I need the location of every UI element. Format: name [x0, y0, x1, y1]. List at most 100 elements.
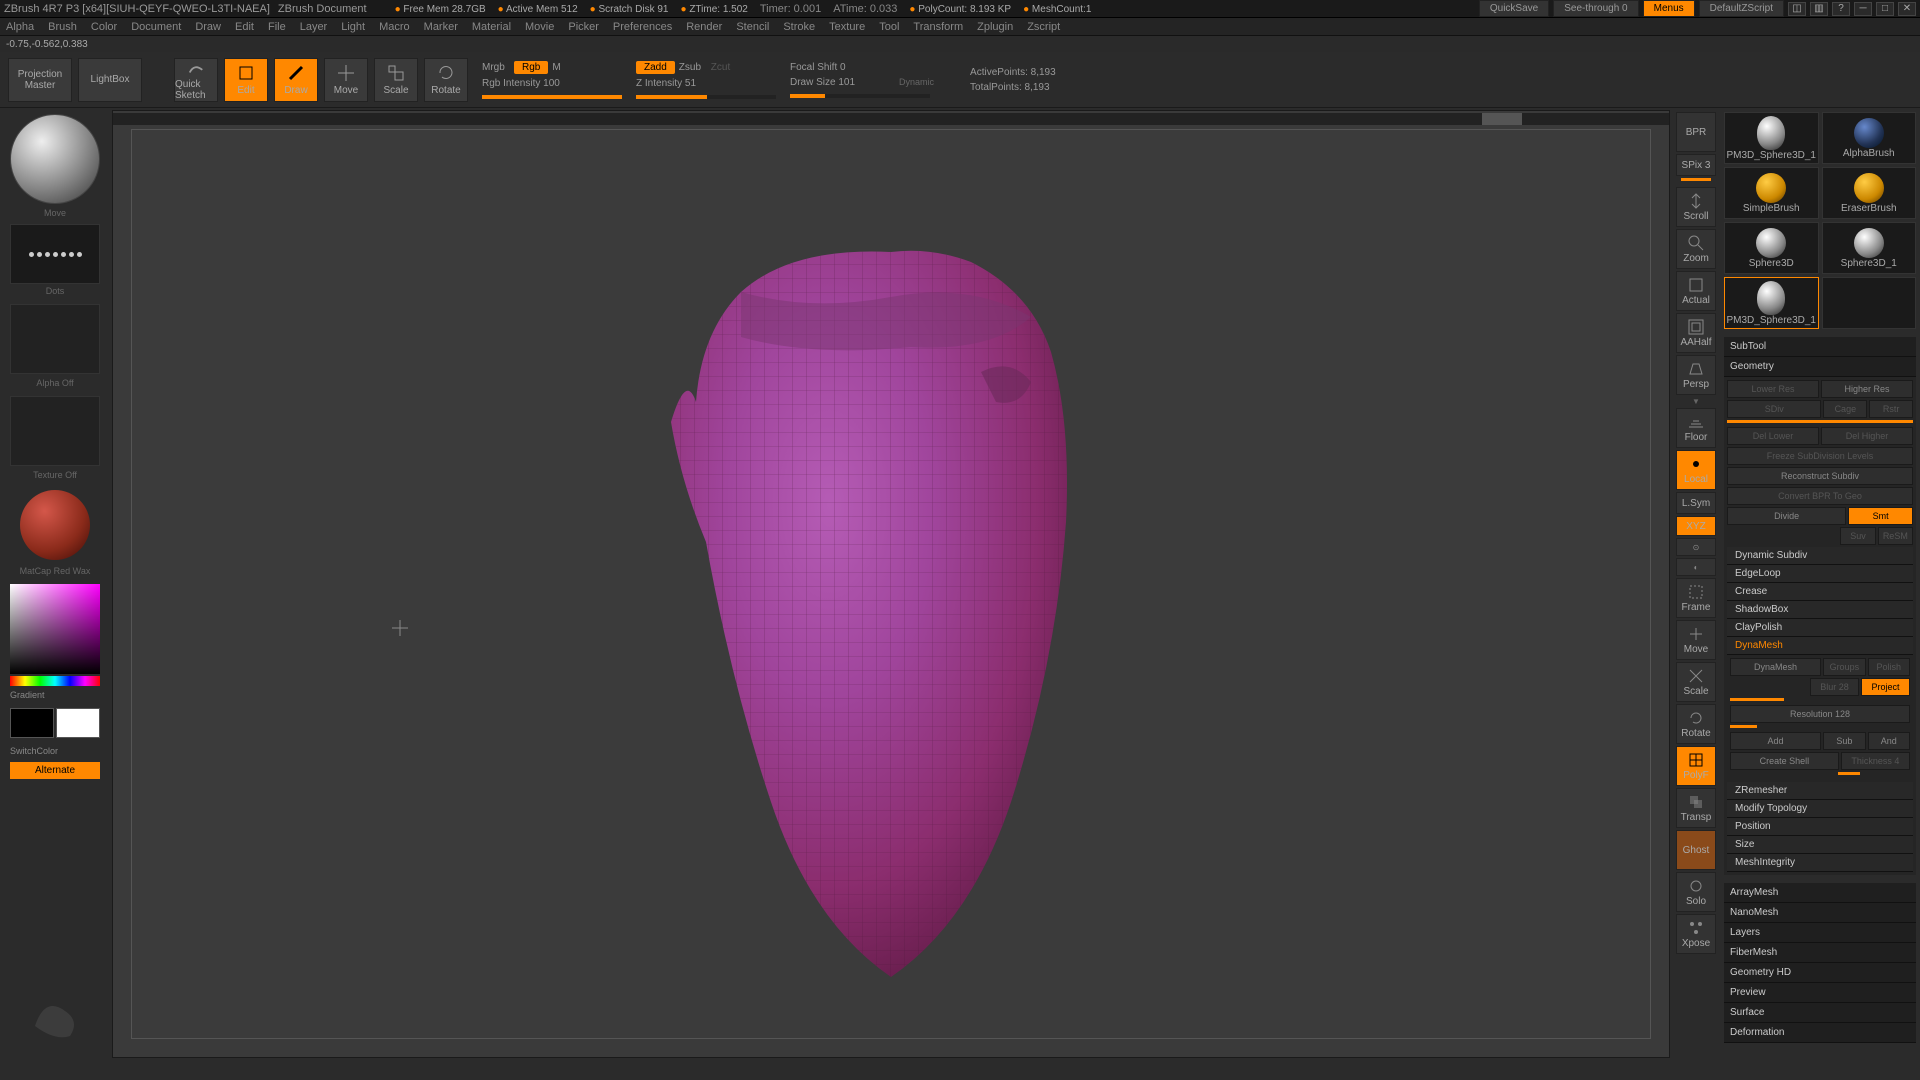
blur-slider[interactable]	[1730, 698, 1784, 701]
primary-color[interactable]	[56, 708, 100, 738]
tool-item-empty[interactable]	[1822, 277, 1917, 329]
menu-zplugin[interactable]: Zplugin	[977, 21, 1013, 33]
geometry-header[interactable]: Geometry	[1724, 357, 1916, 377]
zscript-button[interactable]: DefaultZScript	[1699, 0, 1784, 17]
gradient-label[interactable]: Gradient	[4, 688, 106, 702]
spix-button[interactable]: SPix 3	[1676, 154, 1716, 176]
scroll-button[interactable]: Scroll	[1676, 187, 1716, 227]
bpr-button[interactable]: BPR	[1676, 112, 1716, 152]
sdiv-label[interactable]: SDiv	[1727, 400, 1821, 418]
quicksketch-button[interactable]: Quick Sketch	[174, 58, 218, 102]
menu-brush[interactable]: Brush	[48, 21, 77, 33]
zremesher-header[interactable]: ZRemesher	[1727, 782, 1913, 800]
timeline[interactable]	[113, 113, 1669, 125]
rgb-intensity-slider[interactable]	[482, 95, 622, 99]
thickness-slider[interactable]	[1838, 772, 1860, 775]
resolution-label[interactable]: Resolution 128	[1730, 705, 1910, 723]
z-intensity-slider[interactable]	[636, 95, 776, 99]
rotate-button[interactable]: Rotate	[424, 58, 468, 102]
frame-button[interactable]: Frame	[1676, 578, 1716, 618]
convert-button[interactable]: Convert BPR To Geo	[1727, 487, 1913, 505]
menu-material[interactable]: Material	[472, 21, 511, 33]
dynamesh-header[interactable]: DynaMesh	[1727, 637, 1913, 655]
solo-button[interactable]: Solo	[1676, 872, 1716, 912]
alternate-button[interactable]: Alternate	[10, 762, 100, 779]
tool-item-2[interactable]: SimpleBrush	[1724, 167, 1819, 219]
modtopo-header[interactable]: Modify Topology	[1727, 800, 1913, 818]
z-intensity[interactable]: Z Intensity 51	[636, 78, 696, 89]
viewport[interactable]	[131, 129, 1651, 1039]
maximize-icon[interactable]: □	[1876, 2, 1894, 16]
scale-button[interactable]: Scale	[374, 58, 418, 102]
focal-shift[interactable]: Focal Shift 0	[790, 62, 846, 73]
nanomesh-header[interactable]: NanoMesh	[1724, 903, 1916, 923]
menu-transform[interactable]: Transform	[913, 21, 963, 33]
menu-macro[interactable]: Macro	[379, 21, 410, 33]
dynsub-header[interactable]: Dynamic Subdiv	[1727, 547, 1913, 565]
menu-preferences[interactable]: Preferences	[613, 21, 672, 33]
color-picker[interactable]	[10, 584, 100, 674]
canvas-area[interactable]	[112, 110, 1670, 1058]
stroke-thumbnail[interactable]	[10, 224, 100, 284]
tool-item-4[interactable]: Sphere3D	[1724, 222, 1819, 274]
meshint-header[interactable]: MeshIntegrity	[1727, 854, 1913, 872]
menu-edit[interactable]: Edit	[235, 21, 254, 33]
dynamesh-button[interactable]: DynaMesh	[1730, 658, 1821, 676]
projection-master-button[interactable]: Projection Master	[8, 58, 72, 102]
preview-header[interactable]: Preview	[1724, 983, 1916, 1003]
draw-size-slider[interactable]	[790, 94, 930, 98]
rgb-intensity[interactable]: Rgb Intensity 100	[482, 78, 560, 89]
divide-button[interactable]: Divide	[1727, 507, 1846, 525]
menu-file[interactable]: File	[268, 21, 286, 33]
close-icon[interactable]: ✕	[1898, 2, 1916, 16]
axis2-button[interactable]: ◐	[1676, 558, 1716, 576]
layout-icon[interactable]: ◫	[1788, 2, 1806, 16]
add-button[interactable]: Add	[1730, 732, 1821, 750]
createshell-button[interactable]: Create Shell	[1730, 752, 1839, 770]
smt-button[interactable]: Smt	[1848, 507, 1913, 525]
menu-tool[interactable]: Tool	[879, 21, 899, 33]
menu-layer[interactable]: Layer	[300, 21, 328, 33]
hue-slider[interactable]	[10, 676, 100, 686]
actual-button[interactable]: Actual	[1676, 271, 1716, 311]
texture-thumbnail[interactable]	[10, 396, 100, 466]
persp-button[interactable]: Persp	[1676, 355, 1716, 395]
shadowbox-header[interactable]: ShadowBox	[1727, 601, 1913, 619]
project-button[interactable]: Project	[1861, 678, 1910, 696]
surface-header[interactable]: Surface	[1724, 1003, 1916, 1023]
freeze-button[interactable]: Freeze SubDivision Levels	[1727, 447, 1913, 465]
zadd-button[interactable]: Zadd	[636, 61, 675, 74]
highres-button[interactable]: Higher Res	[1821, 380, 1913, 398]
thickness-label[interactable]: Thickness 4	[1841, 752, 1910, 770]
move-button[interactable]: Move	[324, 58, 368, 102]
menu-stencil[interactable]: Stencil	[736, 21, 769, 33]
lowres-button[interactable]: Lower Res	[1727, 380, 1819, 398]
draw-size[interactable]: Draw Size 101	[790, 77, 855, 88]
crease-header[interactable]: Crease	[1727, 583, 1913, 601]
deformation-header[interactable]: Deformation	[1724, 1023, 1916, 1043]
menu-texture[interactable]: Texture	[829, 21, 865, 33]
lightbox-button[interactable]: LightBox	[78, 58, 142, 102]
cam-scale-button[interactable]: Scale	[1676, 662, 1716, 702]
menus-button[interactable]: Menus	[1643, 0, 1695, 17]
menu-document[interactable]: Document	[131, 21, 181, 33]
draw-button[interactable]: Draw	[274, 58, 318, 102]
menu-movie[interactable]: Movie	[525, 21, 554, 33]
secondary-color[interactable]	[10, 708, 54, 738]
cam-rotate-button[interactable]: Rotate	[1676, 704, 1716, 744]
subtool-header[interactable]: SubTool	[1724, 337, 1916, 357]
local-button[interactable]: Local	[1676, 450, 1716, 490]
material-thumbnail[interactable]	[20, 490, 90, 560]
axis1-button[interactable]: ⊙	[1676, 538, 1716, 556]
alpha-thumbnail[interactable]	[10, 304, 100, 374]
tool-item-6[interactable]: PM3D_Sphere3D_1	[1724, 277, 1819, 329]
delhigher-button[interactable]: Del Higher	[1821, 427, 1913, 445]
cam-move-button[interactable]: Move	[1676, 620, 1716, 660]
dellower-button[interactable]: Del Lower	[1727, 427, 1819, 445]
edgeloop-header[interactable]: EdgeLoop	[1727, 565, 1913, 583]
claypolish-header[interactable]: ClayPolish	[1727, 619, 1913, 637]
aahalf-button[interactable]: AAHalf	[1676, 313, 1716, 353]
blur-label[interactable]: Blur 28	[1810, 678, 1859, 696]
polyf-button[interactable]: PolyF	[1676, 746, 1716, 786]
edit-button[interactable]: Edit	[224, 58, 268, 102]
